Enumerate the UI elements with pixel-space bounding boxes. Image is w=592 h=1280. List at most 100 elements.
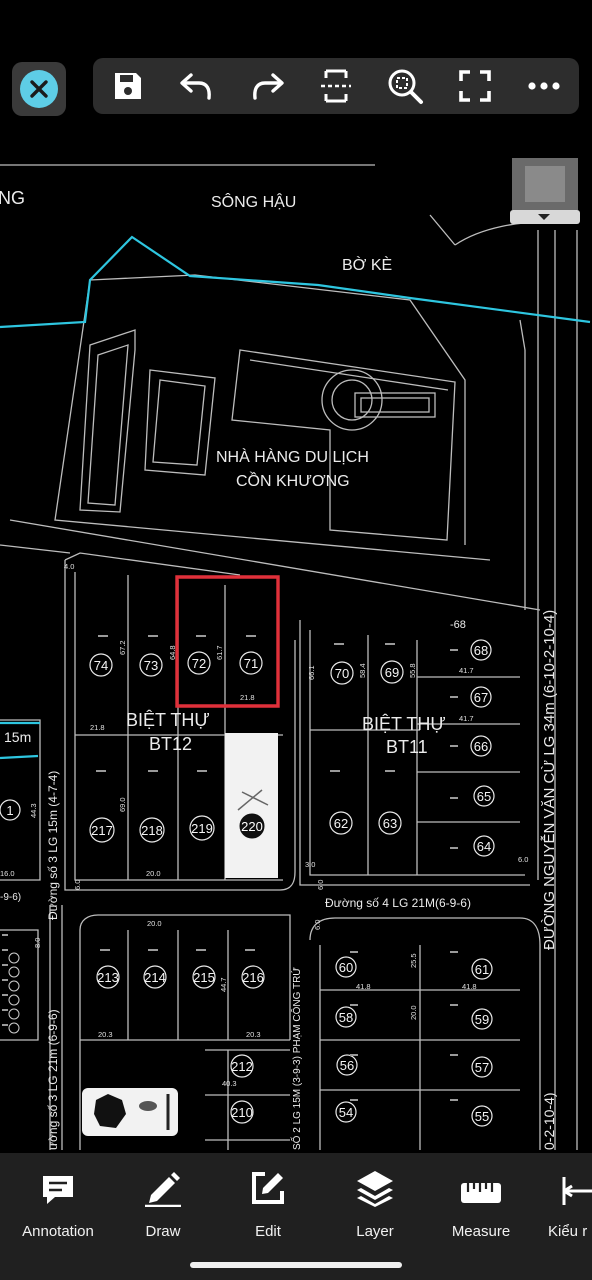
lot-220[interactable]: 220 [241, 819, 263, 834]
label-road-4: Đường số 4 LG 21M(6-9-6) [325, 896, 471, 910]
lot-210[interactable]: 210 [231, 1105, 253, 1120]
dim-label: 44.3 [29, 803, 38, 818]
zoom-window-button[interactable] [381, 62, 429, 110]
lot-61[interactable]: 61 [475, 962, 489, 977]
lot-213[interactable]: 213 [97, 970, 119, 985]
lot-64[interactable]: 64 [477, 839, 491, 854]
tab-edit[interactable]: Edit [222, 1167, 314, 1240]
fit-height-button[interactable] [312, 62, 360, 110]
lot-219[interactable]: 219 [191, 821, 213, 836]
tab-dimension-style-label: Kiểu r [548, 1223, 588, 1240]
undo-icon [180, 73, 212, 100]
dim-label: 58.4 [358, 663, 367, 678]
tab-draw[interactable]: Draw [117, 1167, 209, 1240]
dim-label: 66.1 [307, 665, 316, 680]
lot-left-partial[interactable]: 1 [6, 803, 13, 818]
label-road-3b: ường số 3 LG 21m (6-9-6) [46, 1009, 60, 1150]
close-button[interactable] [12, 62, 66, 116]
more-button[interactable] [520, 62, 568, 110]
tab-annotation[interactable]: Annotation [12, 1167, 104, 1240]
thumbnail-icon[interactable] [510, 158, 580, 224]
home-indicator[interactable] [190, 1262, 402, 1268]
drawing-canvas[interactable]: SÔNG HẬU BỜ KÈ NG NHÀ HÀNG DU LỊCH CỒN K… [0, 130, 592, 1153]
dim-label: 21.8 [240, 693, 255, 702]
lot-65[interactable]: 65 [477, 789, 491, 804]
label-restaurant-2: CỒN KHƯƠNG [236, 471, 350, 490]
dim-label: 41.7 [459, 666, 474, 675]
tab-draw-label: Draw [145, 1223, 181, 1240]
label-road-nvc: ĐƯỜNG NGUYỄN VĂN CỪ LG 34m (6-10-2-10-4) [541, 610, 558, 950]
lot-214[interactable]: 214 [144, 970, 166, 985]
lot-215[interactable]: 215 [193, 970, 215, 985]
lot-66[interactable]: 66 [474, 739, 488, 754]
dim-label: 21.8 [90, 723, 105, 732]
dim-label: 41.8 [356, 982, 371, 991]
redo-icon [252, 73, 284, 100]
lot-62[interactable]: 62 [334, 816, 348, 831]
lot-71[interactable]: 71 [244, 656, 258, 671]
dim-label: 20.0 [409, 1005, 418, 1020]
label-lot-68-partial: -68 [450, 619, 466, 631]
edit-icon [252, 1172, 284, 1204]
lot-67[interactable]: 67 [474, 690, 488, 705]
ruler-icon [461, 1183, 501, 1203]
lot-58[interactable]: 58 [339, 1010, 353, 1025]
lot-63[interactable]: 63 [383, 816, 397, 831]
label-road-3: Đường số 3 LG 15m (4-7-4) [46, 771, 60, 920]
dim-label: 6.0 [316, 880, 325, 890]
dim-label: 4.0 [64, 562, 74, 571]
lot-68[interactable]: 68 [474, 643, 488, 658]
lot-56[interactable]: 56 [340, 1058, 354, 1073]
save-button[interactable] [104, 62, 152, 110]
lot-218[interactable]: 218 [141, 823, 163, 838]
tab-dimension-style[interactable]: Kiểu r [534, 1167, 592, 1240]
layers-icon [357, 1171, 393, 1207]
lot-217[interactable]: 217 [91, 823, 113, 838]
tab-measure[interactable]: Measure [435, 1167, 527, 1240]
pencil-icon [145, 1172, 181, 1207]
fit-height-icon [320, 69, 351, 103]
dim-label: 69.0 [118, 797, 127, 812]
dim-label: 6.0 [518, 855, 528, 864]
undo-button[interactable] [173, 62, 221, 110]
tab-measure-label: Measure [451, 1223, 511, 1240]
lot-54[interactable]: 54 [339, 1105, 353, 1120]
lot-212[interactable]: 212 [231, 1059, 253, 1074]
redo-button[interactable] [243, 62, 291, 110]
label-embankment: BỜ KÈ [342, 255, 392, 274]
dim-label: 67.2 [118, 640, 127, 655]
dim-label: 20.3 [98, 1030, 113, 1039]
lot-57[interactable]: 57 [475, 1060, 489, 1075]
dim-label: 8.0 [33, 938, 42, 948]
zoom-window-icon [388, 69, 424, 104]
label-left-edge: NG [0, 188, 25, 208]
dim-label: 3.0 [305, 860, 315, 869]
fullscreen-icon [459, 70, 491, 102]
annotation-icon [43, 1176, 73, 1204]
lot-59[interactable]: 59 [475, 1012, 489, 1027]
dim-label: 25.5 [409, 953, 418, 968]
lot-70[interactable]: 70 [335, 666, 349, 681]
lot-216[interactable]: 216 [242, 970, 264, 985]
fullscreen-button[interactable] [451, 62, 499, 110]
save-icon [114, 73, 141, 99]
lot-72[interactable]: 72 [192, 656, 206, 671]
dim-label: 44.7 [219, 977, 228, 992]
lot-55[interactable]: 55 [475, 1109, 489, 1124]
close-icon [20, 70, 58, 108]
top-toolbar [93, 58, 579, 114]
dim-label: 6.0 [313, 920, 322, 930]
tab-layer[interactable]: Layer [329, 1167, 421, 1240]
lot-60[interactable]: 60 [339, 960, 353, 975]
dim-label: 41.8 [462, 982, 477, 991]
lot-73[interactable]: 73 [144, 658, 158, 673]
bottom-toolbar: Annotation Draw Edit Layer Measure Kiểu … [0, 1153, 592, 1280]
label-villa-a-2: BT12 [149, 734, 192, 754]
tab-edit-label: Edit [255, 1223, 281, 1240]
lot-69[interactable]: 69 [385, 665, 399, 680]
label-road-left-b: -9-6) [0, 892, 21, 903]
lot-74[interactable]: 74 [94, 658, 108, 673]
dim-label: 20.0 [146, 869, 161, 878]
label-restaurant-1: NHÀ HÀNG DU LỊCH [216, 447, 369, 466]
stamp-icon [82, 1088, 178, 1136]
